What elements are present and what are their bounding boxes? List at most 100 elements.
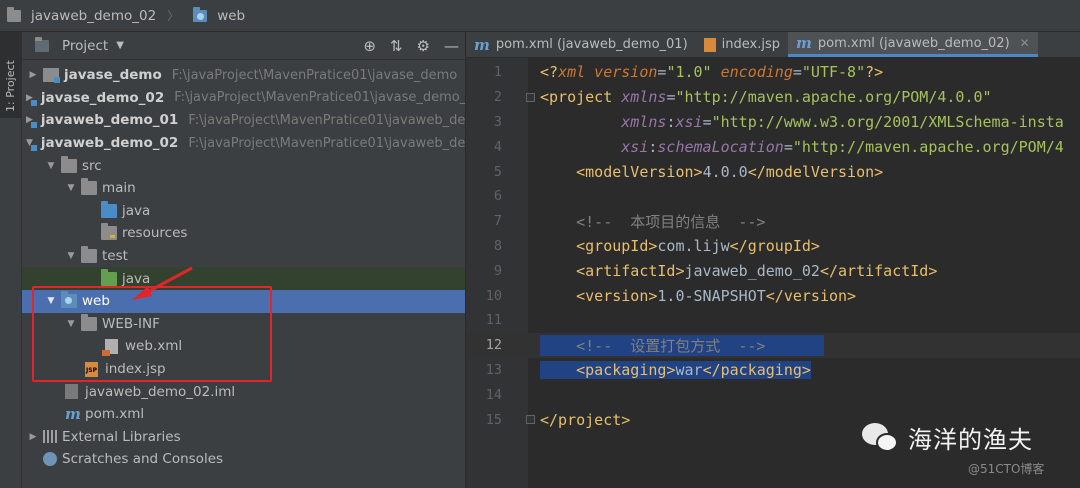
maven-icon: m bbox=[796, 34, 812, 52]
expand-arrow-icon[interactable]: ▶ bbox=[26, 70, 40, 80]
fold-icon[interactable] bbox=[526, 92, 535, 102]
project-tool-tab[interactable]: 1: Project bbox=[0, 32, 22, 118]
web-folder-icon bbox=[193, 6, 208, 22]
libraries-icon bbox=[43, 430, 57, 444]
collapse-arrow-icon[interactable]: ▼ bbox=[64, 319, 78, 329]
tree-label: javaweb_demo_01 bbox=[40, 112, 179, 129]
tree-row-javaweb-demo-01[interactable]: ▶ javaweb_demo_01 F:\javaProject\MavenPr… bbox=[22, 109, 465, 132]
line-number: 12 bbox=[485, 337, 502, 354]
code-line[interactable]: 13 <packaging>war</packaging> bbox=[466, 358, 1080, 383]
tree-label: javaweb_demo_02.iml bbox=[85, 383, 236, 400]
tree-row-web[interactable]: ▼ web bbox=[22, 290, 465, 313]
tab-index-jsp[interactable]: index.jsp bbox=[696, 32, 788, 57]
tree-label: pom.xml bbox=[85, 406, 145, 423]
collapse-all-icon[interactable]: ⇅ bbox=[390, 37, 403, 55]
iml-file-icon bbox=[65, 384, 78, 400]
tree-row-scratches[interactable]: Scratches and Consoles bbox=[22, 448, 465, 471]
code-text: <project xmlns="http://maven.apache.org/… bbox=[540, 88, 992, 107]
breadcrumb-folder[interactable]: web bbox=[217, 8, 245, 24]
tree-label: src bbox=[82, 157, 102, 174]
tree-row-main-java[interactable]: java bbox=[22, 200, 465, 223]
scratches-icon bbox=[43, 452, 57, 467]
code-line[interactable]: 9 <artifactId>javaweb_demo_02</artifactI… bbox=[466, 258, 1080, 283]
module-folder-icon bbox=[43, 68, 60, 84]
line-number: 8 bbox=[493, 237, 502, 254]
line-number: 7 bbox=[493, 213, 502, 230]
code-line[interactable]: 5 <modelVersion>4.0.0</modelVersion> bbox=[466, 159, 1080, 184]
collapse-arrow-icon[interactable]: ▼ bbox=[44, 296, 58, 306]
tree-label: web.xml bbox=[125, 338, 183, 355]
tree-row-iml[interactable]: javaweb_demo_02.iml bbox=[22, 380, 465, 403]
tree-label: WEB-INF bbox=[102, 315, 160, 332]
collapse-arrow-icon[interactable]: ▼ bbox=[64, 183, 78, 193]
resources-folder-icon bbox=[101, 223, 117, 241]
line-number: 2 bbox=[493, 89, 502, 106]
tree-row-web-inf[interactable]: ▼ WEB-INF bbox=[22, 313, 465, 336]
line-number: 3 bbox=[493, 113, 502, 130]
code-line[interactable]: 3 xmlns:xsi="http://www.w3.org/2001/XMLS… bbox=[466, 110, 1080, 135]
code-line[interactable]: 14 bbox=[466, 382, 1080, 407]
tree-row-test-java[interactable]: java bbox=[22, 267, 465, 290]
code-line[interactable]: 4 xsi:schemaLocation="http://maven.apach… bbox=[466, 134, 1080, 159]
tab-pom-demo-02[interactable]: m pom.xml (javaweb_demo_02) ✕ bbox=[788, 32, 1038, 57]
tab-label: pom.xml (javaweb_demo_01) bbox=[495, 37, 688, 52]
tree-row-resources[interactable]: resources bbox=[22, 222, 465, 245]
close-icon[interactable]: ✕ bbox=[1020, 36, 1030, 50]
expand-arrow-icon[interactable]: ▶ bbox=[26, 432, 40, 442]
tree-row-javaweb-demo-02[interactable]: ▼ javaweb_demo_02 F:\javaProject\MavenPr… bbox=[22, 132, 465, 155]
tree-row-javase-demo[interactable]: ▶ javase_demo F:\javaProject\MavenPratic… bbox=[22, 64, 465, 87]
tree-label: javase_demo_02 bbox=[40, 89, 165, 106]
tree-row-src[interactable]: ▼ src bbox=[22, 154, 465, 177]
gear-icon[interactable]: ⚙ bbox=[417, 37, 430, 55]
test-folder-icon bbox=[101, 268, 117, 286]
tree-row-index-jsp[interactable]: JSP index.jsp bbox=[22, 358, 465, 381]
code-line[interactable]: 1 <?xml version="1.0" encoding="UTF-8"?> bbox=[466, 60, 1080, 85]
code-text: <!-- 本项目的信息 --> bbox=[540, 212, 766, 231]
dropdown-arrow-icon[interactable]: ▼ bbox=[116, 40, 124, 51]
code-line-current[interactable]: 12 <!-- 设置打包方式 --> bbox=[466, 332, 1080, 358]
tree-row-main[interactable]: ▼ main bbox=[22, 177, 465, 200]
tree-label: External Libraries bbox=[62, 428, 181, 445]
tab-pom-demo-01[interactable]: m pom.xml (javaweb_demo_01) bbox=[466, 32, 696, 57]
tree-row-web-xml[interactable]: web.xml bbox=[22, 335, 465, 358]
project-panel: Project ▼ ⊕ ⇅ ⚙ — ▶ javase_demo F:\javaP… bbox=[22, 32, 466, 488]
editor-tabs: m pom.xml (javaweb_demo_01) index.jsp m … bbox=[466, 32, 1080, 58]
folder-icon bbox=[81, 313, 97, 331]
module-path: F:\javaProject\MavenPratice01\javase_dem… bbox=[174, 90, 466, 106]
tree-row-pom-xml[interactable]: m pom.xml bbox=[22, 403, 465, 426]
line-number: 4 bbox=[493, 138, 502, 155]
tree-row-external-libraries[interactable]: ▶ External Libraries bbox=[22, 426, 465, 449]
jsp-icon bbox=[703, 37, 716, 52]
collapse-arrow-icon[interactable]: ▼ bbox=[64, 251, 78, 261]
code-text: xmlns:xsi="http://www.w3.org/2001/XMLSch… bbox=[621, 112, 1064, 131]
code-line[interactable]: 11 bbox=[466, 308, 1080, 333]
code-line[interactable]: 2 <project xmlns="http://maven.apache.or… bbox=[466, 85, 1080, 110]
folder-icon bbox=[61, 155, 77, 173]
tree-label: index.jsp bbox=[105, 361, 166, 378]
code-line[interactable]: 6 bbox=[466, 184, 1080, 209]
module-folder-icon bbox=[7, 6, 21, 22]
source-folder-icon bbox=[101, 200, 117, 218]
breadcrumb-project[interactable]: javaweb_demo_02 bbox=[31, 8, 156, 24]
fold-icon[interactable] bbox=[526, 415, 535, 425]
locate-icon[interactable]: ⊕ bbox=[363, 37, 376, 55]
code-text: <!-- 设置打包方式 --> bbox=[540, 334, 824, 356]
project-panel-header: Project ▼ ⊕ ⇅ ⚙ — bbox=[22, 32, 465, 60]
code-text: xsi:schemaLocation="http://maven.apache.… bbox=[621, 137, 1064, 156]
code-line[interactable]: 10 <version>1.0-SNAPSHOT</version> bbox=[466, 283, 1080, 308]
code-text: <version>1.0-SNAPSHOT</version> bbox=[576, 286, 857, 305]
watermark: 海洋的渔夫 bbox=[862, 420, 1033, 455]
collapse-arrow-icon[interactable]: ▼ bbox=[44, 161, 58, 171]
line-number: 5 bbox=[493, 163, 502, 180]
code-text: <modelVersion>4.0.0</modelVersion> bbox=[576, 162, 884, 181]
project-view-selector[interactable]: Project bbox=[62, 38, 108, 54]
line-number: 14 bbox=[485, 386, 502, 403]
code-line[interactable]: 7 <!-- 本项目的信息 --> bbox=[466, 209, 1080, 234]
line-number: 6 bbox=[493, 188, 502, 205]
code-line[interactable]: 8 <groupId>com.lijw</groupId> bbox=[466, 234, 1080, 259]
tree-label: test bbox=[102, 248, 128, 265]
breadcrumb-separator: 〉 bbox=[167, 9, 180, 23]
tree-row-javase-demo-02[interactable]: ▶ javase_demo_02 F:\javaProject\MavenPra… bbox=[22, 87, 466, 110]
hide-icon[interactable]: — bbox=[444, 37, 459, 55]
tree-row-test[interactable]: ▼ test bbox=[22, 245, 465, 268]
